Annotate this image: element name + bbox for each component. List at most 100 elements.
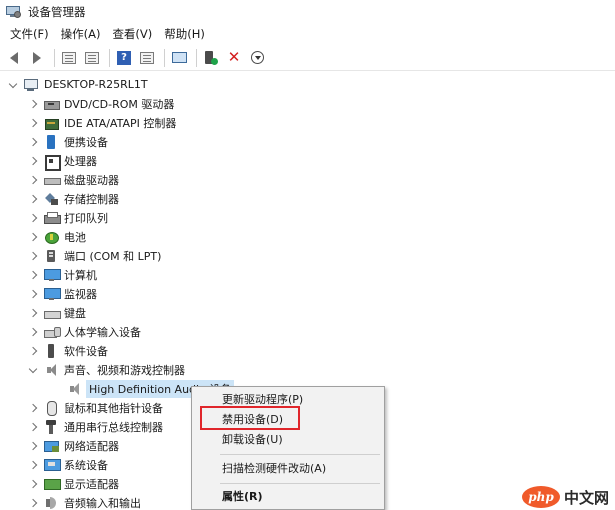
highlight-annotation bbox=[200, 406, 300, 430]
tree-category[interactable]: 便携设备 bbox=[0, 132, 615, 151]
scan-hardware-button[interactable] bbox=[169, 48, 189, 68]
chevron-right-icon[interactable] bbox=[28, 251, 38, 261]
speaker-icon bbox=[68, 382, 84, 396]
properties-sheet-icon bbox=[85, 51, 99, 64]
category-label: 声音、视频和游戏控制器 bbox=[64, 363, 185, 377]
tree-category[interactable]: 磁盘驱动器 bbox=[0, 170, 615, 189]
chevron-right-icon[interactable] bbox=[28, 156, 38, 166]
menu-view[interactable]: 查看(V) bbox=[106, 24, 158, 44]
chevron-right-icon[interactable] bbox=[28, 346, 38, 356]
forward-button[interactable] bbox=[27, 48, 47, 68]
category-label: 通用串行总线控制器 bbox=[64, 420, 163, 434]
back-arrow-icon bbox=[10, 51, 18, 64]
menu-action[interactable]: 操作(A) bbox=[55, 24, 107, 44]
uninstall-icon: ✕ bbox=[227, 48, 241, 66]
tree-category-expanded[interactable]: 声音、视频和游戏控制器 bbox=[0, 360, 615, 379]
tree-category[interactable]: 人体学输入设备 bbox=[0, 322, 615, 341]
category-label: 人体学输入设备 bbox=[64, 325, 141, 339]
chevron-down-icon[interactable] bbox=[28, 365, 38, 375]
chevron-right-icon[interactable] bbox=[28, 479, 38, 489]
tree-category[interactable]: 打印队列 bbox=[0, 208, 615, 227]
chevron-right-icon[interactable] bbox=[28, 498, 38, 508]
battery-icon bbox=[44, 230, 60, 244]
help-button[interactable]: ? bbox=[114, 48, 134, 68]
back-button[interactable] bbox=[4, 48, 24, 68]
tree-category[interactable]: IDE ATA/ATAPI 控制器 bbox=[0, 113, 615, 132]
chevron-right-icon[interactable] bbox=[28, 327, 38, 337]
show-hide-tree-button[interactable] bbox=[59, 48, 79, 68]
view-button[interactable] bbox=[137, 48, 157, 68]
portable-device-icon bbox=[44, 134, 60, 149]
tree-category[interactable]: 端口 (COM 和 LPT) bbox=[0, 246, 615, 265]
chevron-right-icon[interactable] bbox=[28, 403, 38, 413]
chevron-right-icon[interactable] bbox=[28, 460, 38, 470]
chevron-right-icon[interactable] bbox=[28, 194, 38, 204]
update-driver-button[interactable] bbox=[201, 48, 221, 68]
chevron-right-icon[interactable] bbox=[28, 232, 38, 242]
tree-category[interactable]: 计算机 bbox=[0, 265, 615, 284]
context-menu: 更新驱动程序(P) 禁用设备(D) 卸载设备(U) 扫描检测硬件改动(A) 属性… bbox=[191, 386, 385, 510]
category-label: 系统设备 bbox=[64, 458, 108, 472]
computer-icon bbox=[24, 78, 40, 92]
category-label: 监视器 bbox=[64, 287, 97, 301]
menu-scan-hardware[interactable]: 扫描检测硬件改动(A) bbox=[192, 459, 384, 479]
tree-category[interactable]: 电池 bbox=[0, 227, 615, 246]
menu-properties[interactable]: 属性(R) bbox=[192, 487, 384, 507]
toolbar: ? ✕ bbox=[0, 45, 615, 71]
window-title: 设备管理器 bbox=[28, 5, 86, 19]
computer-icon bbox=[44, 268, 61, 282]
usb-icon bbox=[44, 419, 60, 434]
forward-arrow-icon bbox=[33, 51, 41, 64]
watermark-text: 中文网 bbox=[564, 488, 610, 507]
printer-icon bbox=[44, 211, 61, 225]
monitor-icon bbox=[44, 287, 61, 301]
hid-icon bbox=[44, 325, 61, 339]
tree-category[interactable]: 存储控制器 bbox=[0, 189, 615, 208]
toolbar-separator bbox=[196, 48, 197, 67]
tree-category[interactable]: DVD/CD-ROM 驱动器 bbox=[0, 94, 615, 113]
chevron-right-icon[interactable] bbox=[28, 308, 38, 318]
category-label: 端口 (COM 和 LPT) bbox=[64, 249, 162, 263]
toolbar-separator bbox=[54, 48, 55, 67]
uninstall-button[interactable]: ✕ bbox=[224, 48, 244, 68]
chevron-right-icon[interactable] bbox=[28, 137, 38, 147]
tree-category[interactable]: 监视器 bbox=[0, 284, 615, 303]
category-label: 音频输入和输出 bbox=[64, 496, 141, 510]
chevron-right-icon[interactable] bbox=[28, 289, 38, 299]
menu-help[interactable]: 帮助(H) bbox=[158, 24, 211, 44]
toolbar-separator bbox=[164, 48, 165, 67]
chevron-right-icon[interactable] bbox=[28, 99, 38, 109]
properties-icon bbox=[62, 51, 76, 64]
chevron-right-icon[interactable] bbox=[28, 175, 38, 185]
processor-icon bbox=[44, 154, 61, 171]
mouse-icon bbox=[44, 400, 60, 416]
keyboard-icon bbox=[44, 306, 61, 320]
display-adapter-icon bbox=[44, 477, 61, 491]
chevron-down-icon[interactable] bbox=[8, 80, 18, 90]
disable-button[interactable] bbox=[247, 48, 267, 68]
tree-category[interactable]: 处理器 bbox=[0, 151, 615, 171]
disk-drive-icon bbox=[44, 173, 61, 187]
chevron-right-icon[interactable] bbox=[28, 118, 38, 128]
chevron-right-icon[interactable] bbox=[28, 213, 38, 223]
tree-category[interactable]: 软件设备 bbox=[0, 341, 615, 360]
dvd-drive-icon bbox=[44, 97, 60, 111]
properties-button[interactable] bbox=[82, 48, 102, 68]
monitor-icon bbox=[171, 52, 187, 63]
tree-category[interactable]: 键盘 bbox=[0, 303, 615, 322]
menu-separator bbox=[220, 454, 380, 455]
tree-root[interactable]: DESKTOP-R25RL1T bbox=[0, 75, 615, 94]
download-icon bbox=[250, 51, 264, 64]
menu-uninstall-device[interactable]: 卸载设备(U) bbox=[192, 430, 384, 450]
category-label: 键盘 bbox=[64, 306, 86, 320]
chevron-right-icon[interactable] bbox=[28, 441, 38, 451]
category-label: 电池 bbox=[64, 230, 86, 244]
category-label: 磁盘驱动器 bbox=[64, 173, 119, 187]
category-label: 网络适配器 bbox=[64, 439, 119, 453]
chevron-right-icon[interactable] bbox=[28, 422, 38, 432]
toolbar-separator bbox=[109, 48, 110, 67]
ide-controller-icon bbox=[44, 116, 60, 130]
category-label: 鼠标和其他指针设备 bbox=[64, 401, 163, 415]
chevron-right-icon[interactable] bbox=[28, 270, 38, 280]
menu-file[interactable]: 文件(F) bbox=[4, 24, 55, 44]
